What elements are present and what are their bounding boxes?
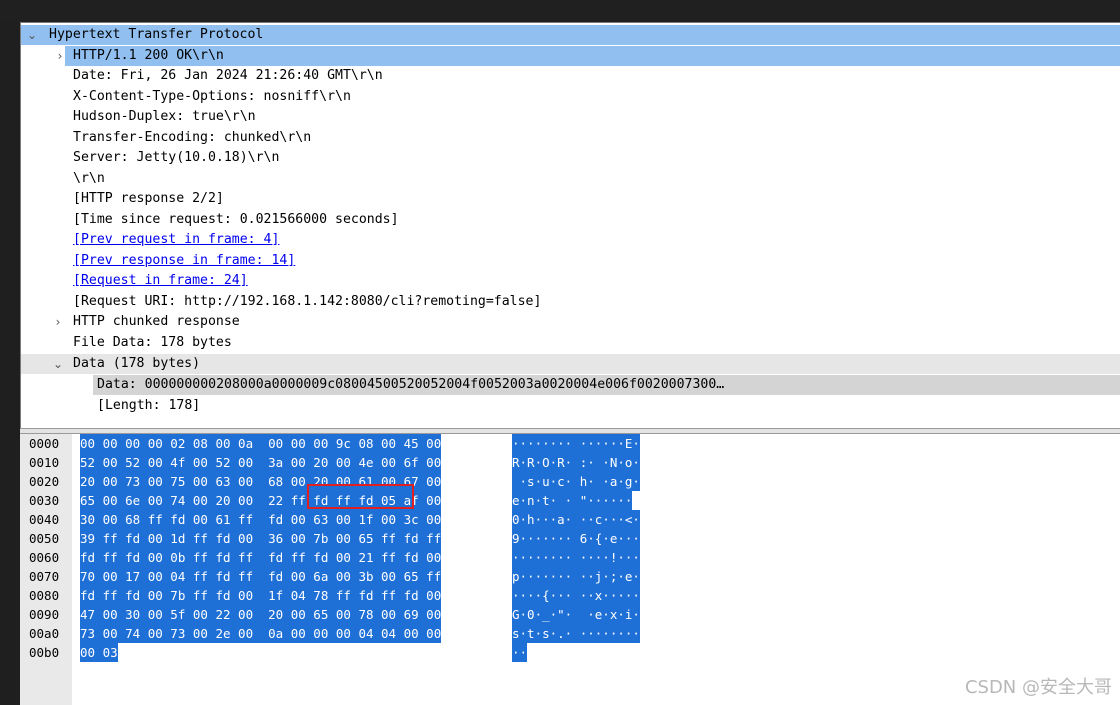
hex-ascii[interactable]: s·t·s·.· ········ bbox=[512, 624, 640, 643]
hex-bytes[interactable]: 00 00 00 00 02 08 00 0a 00 00 00 9c 08 0… bbox=[80, 434, 442, 453]
chevron-down-icon[interactable]: ⌄ bbox=[25, 25, 39, 45]
hex-bytes[interactable]: 39 ff fd 00 1d ff fd 00 36 00 7b 00 65 f… bbox=[80, 529, 442, 548]
hex-bytes[interactable]: 52 00 52 00 4f 00 52 00 3a 00 20 00 4e 0… bbox=[80, 453, 442, 472]
tree-row-label: Hypertext Transfer Protocol bbox=[49, 27, 264, 42]
hex-bytes[interactable]: fd ff fd 00 7b ff fd 00 1f 04 78 ff fd f… bbox=[80, 586, 442, 605]
hex-ascii[interactable]: R·R·O·R· :· ·N·o· bbox=[512, 453, 640, 472]
tree-row-server[interactable]: Server: Jetty(10.0.18)\r\n bbox=[21, 148, 1120, 168]
hex-offset: 0060 bbox=[29, 550, 60, 565]
hex-bytes[interactable]: fd ff fd 00 0b ff fd ff fd ff fd 00 21 f… bbox=[80, 548, 442, 567]
hex-offset: 0000 bbox=[29, 436, 60, 451]
tree-row-label: \r\n bbox=[73, 171, 105, 186]
tree-row-label: [HTTP response 2/2] bbox=[73, 191, 224, 206]
hex-ascii[interactable]: G·0·_·"· ·e·x·i· bbox=[512, 605, 640, 624]
hex-offset: 0040 bbox=[29, 512, 60, 527]
tree-row-hudson-duplex[interactable]: Hudson-Duplex: true\r\n bbox=[21, 107, 1120, 127]
chevron-down-icon[interactable]: ⌄ bbox=[51, 354, 65, 374]
tree-row-label: HTTP/1.1 200 OK\r\n bbox=[73, 48, 224, 63]
tree-row-time-since-request[interactable]: [Time since request: 0.021566000 seconds… bbox=[21, 210, 1120, 230]
packet-bytes-pane[interactable]: 0000 00 00 00 00 02 08 00 0a 00 00 00 9c… bbox=[20, 434, 1120, 705]
prev-response-link[interactable]: [Prev response in frame: 14] bbox=[73, 251, 295, 271]
hex-bytes[interactable]: 47 00 30 00 5f 00 22 00 20 00 65 00 78 0… bbox=[80, 605, 442, 624]
tree-row-http-protocol[interactable]: ⌄ Hypertext Transfer Protocol bbox=[21, 25, 1120, 45]
tree-row-label: Data (178 bytes) bbox=[73, 356, 201, 371]
hex-ascii[interactable]: ····{··· ··x····· bbox=[512, 586, 640, 605]
tree-row-label: Transfer-Encoding: chunked\r\n bbox=[73, 130, 312, 145]
hex-ascii[interactable]: ·· bbox=[512, 643, 528, 662]
top-bar bbox=[0, 0, 1120, 22]
tree-row-label: Data: 000000000208000a0000009c0800450052… bbox=[97, 377, 725, 392]
hex-ascii[interactable]: e·n·t· · "······ bbox=[512, 491, 633, 510]
hex-offset: 0050 bbox=[29, 531, 60, 546]
hex-offset: 0080 bbox=[29, 588, 60, 603]
tree-row-prev-request[interactable]: [Prev request in frame: 4] bbox=[21, 230, 1120, 250]
left-gutter bbox=[0, 22, 20, 705]
tree-row-label: Date: Fri, 26 Jan 2024 21:26:40 GMT\r\n bbox=[73, 68, 383, 83]
hex-offset: 0090 bbox=[29, 607, 60, 622]
tree-row-transfer-encoding[interactable]: Transfer-Encoding: chunked\r\n bbox=[21, 128, 1120, 148]
hex-bytes[interactable]: 73 00 74 00 73 00 2e 00 0a 00 00 00 04 0… bbox=[80, 624, 442, 643]
tree-row-chunked-response[interactable]: › HTTP chunked response bbox=[21, 312, 1120, 332]
packet-details-pane[interactable]: ⌄ Hypertext Transfer Protocol › HTTP/1.1… bbox=[20, 22, 1120, 429]
hex-ascii[interactable]: 9······· 6·{·e··· bbox=[512, 529, 640, 548]
tree-row-status-line[interactable]: › HTTP/1.1 200 OK\r\n bbox=[58, 46, 1120, 66]
hex-ascii[interactable]: p······· ··j·;·e· bbox=[512, 567, 640, 586]
tree-row-label: HTTP chunked response bbox=[73, 314, 240, 329]
hex-ascii[interactable]: ·s·u·c· h· ·a·g· bbox=[512, 472, 640, 491]
chevron-right-icon[interactable]: › bbox=[53, 46, 67, 66]
tree-row-date[interactable]: Date: Fri, 26 Jan 2024 21:26:40 GMT\r\n bbox=[21, 66, 1120, 86]
hex-ascii[interactable]: ········ ····!··· bbox=[512, 548, 640, 567]
tree-row-prev-response[interactable]: [Prev response in frame: 14] bbox=[21, 251, 1120, 271]
chevron-right-icon[interactable]: › bbox=[51, 312, 65, 332]
tree-row-file-data[interactable]: File Data: 178 bytes bbox=[21, 333, 1120, 353]
tree-row-x-content-type[interactable]: X-Content-Type-Options: nosniff\r\n bbox=[21, 87, 1120, 107]
request-frame-link[interactable]: [Request in frame: 24] bbox=[73, 271, 248, 291]
watermark: CSDN @安全大哥 bbox=[964, 677, 1112, 698]
hex-offset: 0010 bbox=[29, 455, 60, 470]
tree-row-label: [Time since request: 0.021566000 seconds… bbox=[73, 212, 399, 227]
tree-row-label: [Length: 178] bbox=[97, 398, 201, 413]
tree-row-request-frame[interactable]: [Request in frame: 24] bbox=[21, 271, 1120, 291]
hex-offset: 0070 bbox=[29, 569, 60, 584]
tree-row-label: File Data: 178 bytes bbox=[73, 335, 232, 350]
tree-row-label: Hudson-Duplex: true\r\n bbox=[73, 109, 256, 124]
hex-bytes[interactable]: 30 00 68 ff fd 00 61 ff fd 00 63 00 1f 0… bbox=[80, 510, 442, 529]
tree-row-label: X-Content-Type-Options: nosniff\r\n bbox=[73, 89, 351, 104]
tree-row-length[interactable]: [Length: 178] bbox=[21, 396, 1120, 416]
tree-row-data[interactable]: ⌄ Data (178 bytes) bbox=[21, 354, 1120, 374]
tree-row-label: Server: Jetty(10.0.18)\r\n bbox=[73, 150, 280, 165]
hex-offset: 00b0 bbox=[29, 645, 60, 660]
hex-ascii[interactable]: 0·h···a· ··c···<· bbox=[512, 510, 640, 529]
hex-bytes[interactable]: 00 03 bbox=[80, 643, 118, 662]
tree-row-http-response-count[interactable]: [HTTP response 2/2] bbox=[21, 189, 1120, 209]
tree-row-request-uri[interactable]: [Request URI: http://192.168.1.142:8080/… bbox=[21, 292, 1120, 312]
hex-offset: 0030 bbox=[29, 493, 60, 508]
hex-offset: 00a0 bbox=[29, 626, 60, 641]
tree-row-crlf[interactable]: \r\n bbox=[21, 169, 1120, 189]
highlight-box bbox=[307, 484, 414, 509]
tree-row-data-value[interactable]: Data: 000000000208000a0000009c0800450052… bbox=[93, 375, 1120, 395]
hex-offset: 0020 bbox=[29, 474, 60, 489]
hex-ascii[interactable]: ········ ······E· bbox=[512, 434, 640, 453]
prev-request-link[interactable]: [Prev request in frame: 4] bbox=[73, 230, 279, 250]
tree-row-label: [Request URI: http://192.168.1.142:8080/… bbox=[73, 294, 542, 309]
hex-bytes[interactable]: 70 00 17 00 04 ff fd ff fd 00 6a 00 3b 0… bbox=[80, 567, 442, 586]
